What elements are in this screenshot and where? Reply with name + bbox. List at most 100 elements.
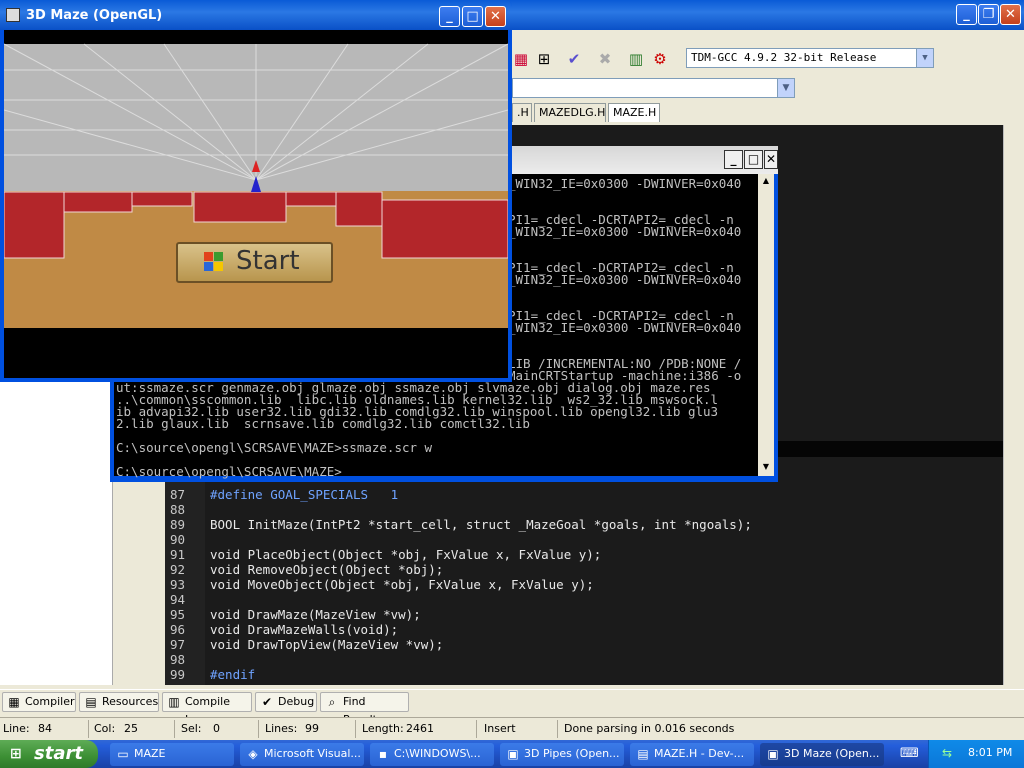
delete-icon[interactable]: ✖	[596, 50, 614, 68]
maze-minimize-button[interactable]: _	[439, 6, 460, 27]
status-length-label: Length:	[362, 722, 404, 735]
cmd-scrollbar[interactable]: ▲ ▼	[758, 174, 774, 476]
status-length-value: 2461	[406, 722, 434, 735]
editor-scrollbar[interactable]	[1003, 125, 1022, 685]
check-icon[interactable]: ✔	[565, 50, 583, 68]
compiler-select[interactable]: TDM-GCC 4.9.2 32-bit Release ▼	[686, 48, 934, 68]
task-maze-folder[interactable]: ▭ MAZE	[110, 743, 234, 766]
windows-flag-icon: ⊞	[10, 746, 22, 762]
task-3d-maze[interactable]: ▣ 3D Maze (Open...	[760, 743, 884, 766]
resources-icon: ▤	[85, 695, 97, 709]
compiler-icon: ▦	[8, 695, 20, 709]
clock[interactable]: 8:01 PM	[968, 746, 1012, 759]
start-label: start	[34, 743, 83, 764]
tab-mazedlg-h[interactable]: MAZEDLG.H	[534, 103, 606, 122]
task-visual-studio[interactable]: ◈ Microsoft Visual...	[240, 743, 364, 766]
console-line: _WIN32_IE=0x0300 -DWINVER=0x040	[508, 272, 742, 287]
status-lines-label: Lines:	[265, 722, 298, 735]
code-line: 89 BOOL InitMaze(IntPt2 *start_cell, stru…	[170, 517, 752, 532]
console-line: _WIN32_IE=0x0300 -DWINVER=0x040	[508, 224, 742, 239]
console-line: _WIN32_IE=0x0300 -DWINVER=0x040	[508, 176, 742, 191]
keyboard-icon[interactable]: ⌨	[900, 746, 919, 762]
status-sel-label: Sel:	[181, 722, 202, 735]
status-separator	[174, 720, 175, 738]
status-separator	[476, 720, 477, 738]
screensaver-icon: ▣	[507, 747, 519, 761]
status-sel-value: 0	[213, 722, 220, 735]
windows-start-button[interactable]: ⊞ start	[0, 740, 98, 768]
find-icon: ⌕	[328, 695, 336, 709]
console-line: C:\source\opengl\SCRSAVE\MAZE>	[116, 464, 342, 479]
code-line: 94	[170, 592, 186, 607]
cmd-maximize-button[interactable]: □	[744, 150, 763, 169]
maze-maximize-button[interactable]: □	[462, 6, 483, 27]
chevron-down-icon[interactable]: ▼	[777, 79, 794, 97]
task-dev-cpp[interactable]: ▤ MAZE.H - Dev-...	[630, 743, 754, 766]
console-line: C:\source\opengl\SCRSAVE\MAZE>ssmaze.scr…	[116, 440, 433, 455]
scroll-up-icon[interactable]: ▲	[760, 176, 772, 188]
ide-maximize-button[interactable]: ❐	[978, 4, 999, 25]
editor-tabs: .H MAZEDLG.H MAZE.H	[512, 102, 1024, 124]
code-line: 95 void DrawMaze(MazeView *vw);	[170, 607, 421, 622]
chart-icon[interactable]: ▥	[627, 50, 645, 68]
maze-window-title: 3D Maze (OpenGL)	[26, 8, 163, 23]
ide-close-button[interactable]: ✕	[1000, 4, 1021, 25]
start-button-label: Start	[236, 246, 300, 276]
status-col-value: 25	[124, 722, 138, 735]
task-cmd[interactable]: ▪ C:\WINDOWS\...	[370, 743, 494, 766]
grid-icon[interactable]: ⊞	[535, 50, 553, 68]
status-separator	[355, 720, 356, 738]
debug-icon: ✔	[261, 695, 273, 709]
code-line: 98	[170, 652, 186, 667]
tab-compiler[interactable]: ▦ Compiler	[2, 692, 76, 712]
status-separator	[88, 720, 89, 738]
tab-partial-h[interactable]: .H	[512, 103, 532, 122]
chevron-down-icon[interactable]: ▼	[916, 49, 933, 67]
visual-studio-icon: ◈	[248, 747, 258, 761]
bottom-tabs: ▦Compiler ▤Resources ▥Compile Log ✔Debug…	[0, 689, 1024, 726]
tab-resources[interactable]: ▤ Resources	[79, 692, 159, 712]
maze-close-button[interactable]: ✕	[485, 6, 506, 27]
console-line: 2.lib glaux.lib scrnsave.lib comdlg32.li…	[116, 416, 530, 431]
code-line: 90	[170, 532, 186, 547]
start-button[interactable]: Start	[176, 242, 333, 283]
code-line: 92 void RemoveObject(Object *obj);	[170, 562, 444, 577]
cmd-minimize-button[interactable]: _	[724, 150, 743, 169]
ide-minimize-button[interactable]: _	[956, 4, 977, 25]
console-line: _WIN32_IE=0x0300 -DWINVER=0x040	[508, 320, 742, 335]
code-line: 87 #define GOAL_SPECIALS 1	[170, 487, 399, 502]
status-col-label: Col:	[94, 722, 116, 735]
tab-find-results[interactable]: ⌕Find Results	[320, 692, 409, 726]
folder-icon: ▭	[117, 747, 129, 761]
code-line: 96 void DrawMazeWalls(void);	[170, 622, 399, 637]
status-lines-value: 99	[305, 722, 319, 735]
project-panel	[0, 380, 113, 685]
code-line: 91 void PlaceObject(Object *obj, FxValue …	[170, 547, 602, 562]
maze-3d-view[interactable]: Start	[4, 30, 508, 378]
windows-logo-icon	[204, 252, 224, 272]
status-line-label: Line:	[3, 722, 30, 735]
log-icon: ▥	[168, 695, 180, 709]
status-bar: Line: 84 Col: 25 Sel: 0 Lines: 99 Length…	[0, 717, 1024, 740]
status-message: Done parsing in 0.016 seconds	[564, 722, 735, 735]
scroll-down-icon[interactable]: ▼	[760, 462, 772, 474]
maze-scene	[4, 43, 508, 378]
screensaver-icon: ▣	[767, 747, 779, 761]
task-3d-pipes[interactable]: ▣ 3D Pipes (Open...	[500, 743, 624, 766]
network-icon[interactable]: ⇆	[942, 746, 958, 762]
layout-icon[interactable]: ▦	[512, 50, 530, 68]
status-separator	[557, 720, 558, 738]
status-mode: Insert	[484, 722, 516, 735]
code-line: 93 void MoveObject(Object *obj, FxValue x…	[170, 577, 594, 592]
profile-icon[interactable]: ⚙	[651, 50, 669, 68]
tab-debug[interactable]: ✔ Debug	[255, 692, 317, 712]
code-line: 88	[170, 502, 186, 517]
maze-window: 3D Maze (OpenGL) _ □ ✕ Start	[0, 0, 512, 382]
tab-compile-log[interactable]: ▥Compile Log	[162, 692, 252, 726]
status-line-value: 84	[38, 722, 52, 735]
tab-maze-h[interactable]: MAZE.H	[608, 103, 660, 122]
status-separator	[258, 720, 259, 738]
cmd-close-button[interactable]: ✕	[764, 150, 778, 169]
app-icon	[6, 8, 20, 22]
function-select[interactable]: ▼	[512, 78, 795, 98]
